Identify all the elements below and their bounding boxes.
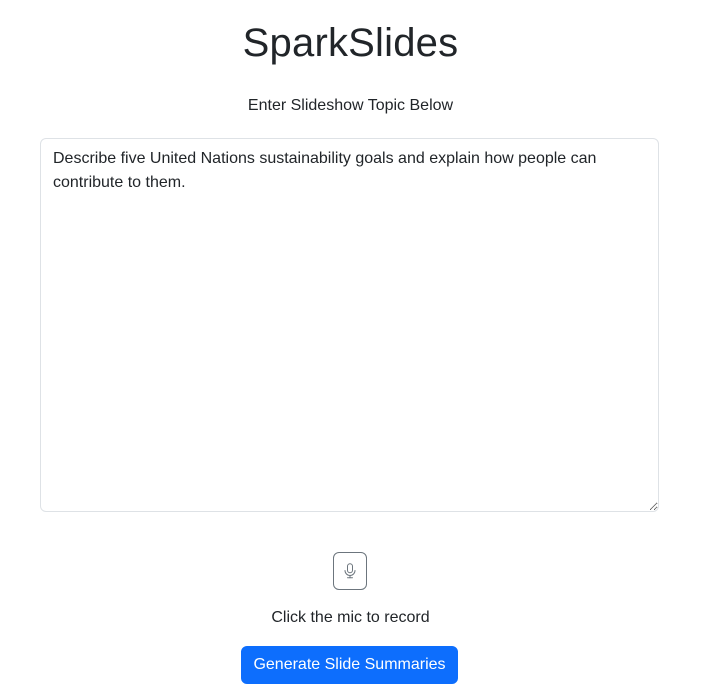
topic-textarea[interactable]: Describe five United Nations sustainabil… (40, 138, 659, 512)
topic-prompt-label: Enter Slideshow Topic Below (247, 97, 454, 114)
app-title: SparkSlides (242, 21, 459, 65)
microphone-icon (343, 563, 357, 579)
generate-slide-summaries-button[interactable]: Generate Slide Summaries (241, 646, 458, 684)
mic-button[interactable] (333, 552, 367, 590)
mic-caption: Click the mic to record (271, 609, 430, 626)
